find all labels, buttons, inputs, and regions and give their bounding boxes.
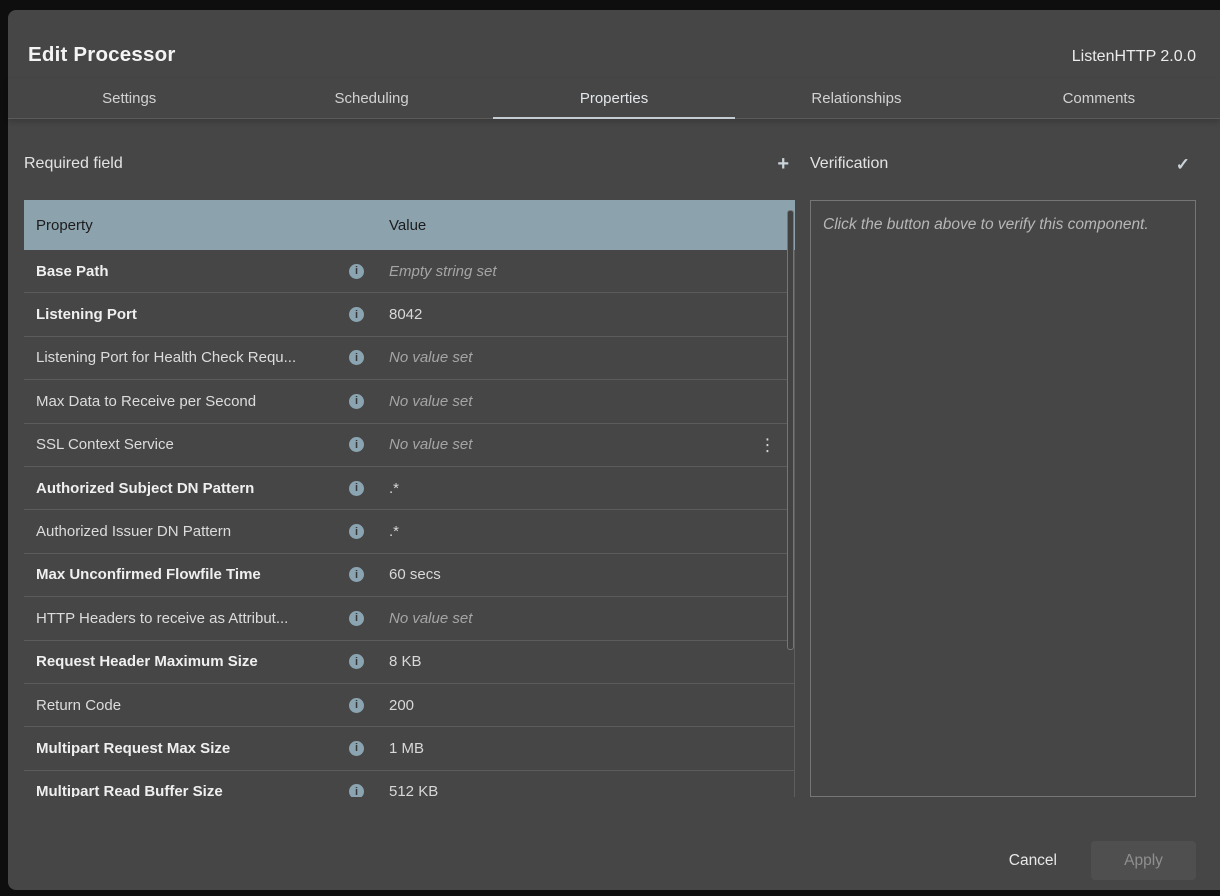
property-value[interactable]: .* [377, 523, 794, 540]
table-row[interactable]: Return Codei 200 [24, 684, 794, 727]
property-value[interactable]: Empty string set [377, 263, 794, 280]
table-row[interactable]: Multipart Read Buffer Sizei 512 KB [24, 771, 794, 797]
verify-button[interactable]: ✓ [1170, 154, 1196, 174]
table-row[interactable]: SSL Context Servicei No value set⋮ [24, 424, 794, 467]
table-row[interactable]: Authorized Subject DN Patterni .* [24, 467, 794, 510]
table-row[interactable]: Listening Port for Health Check Requ...i… [24, 337, 794, 380]
property-value[interactable]: 1 MB [377, 740, 794, 757]
info-cell: i [349, 350, 377, 365]
property-name: Multipart Request Max Size [24, 740, 349, 757]
table-row[interactable]: Authorized Issuer DN Patterni .* [24, 510, 794, 553]
info-cell: i [349, 741, 377, 756]
info-cell: i [349, 524, 377, 539]
property-name: Base Path [24, 263, 349, 280]
property-value[interactable]: .* [377, 480, 794, 497]
info-cell: i [349, 654, 377, 669]
property-name: Listening Port [24, 306, 349, 323]
property-name: HTTP Headers to receive as Attribut... [24, 610, 349, 627]
apply-button[interactable]: Apply [1091, 841, 1196, 880]
verification-label: Verification [810, 155, 888, 173]
tab-comments[interactable]: Comments [978, 78, 1220, 118]
table-row[interactable]: HTTP Headers to receive as Attribut...iN… [24, 597, 794, 640]
tab-settings[interactable]: Settings [8, 78, 250, 118]
edit-processor-dialog: Edit Processor ListenHTTP 2.0.0 Settings… [8, 10, 1220, 890]
info-icon[interactable]: i [349, 524, 364, 539]
property-name: Request Header Maximum Size [24, 653, 349, 670]
info-cell: i [349, 784, 377, 797]
required-field-label: Required field [24, 155, 123, 173]
info-cell: i [349, 264, 377, 279]
verification-panel: Click the button above to verify this co… [810, 200, 1196, 797]
plus-icon: + [777, 153, 789, 175]
processor-version: ListenHTTP 2.0.0 [1072, 48, 1196, 66]
table-header: Property Value [24, 200, 795, 250]
check-icon: ✓ [1176, 155, 1190, 174]
property-value[interactable]: 512 KB [377, 783, 794, 797]
table-scrollbar[interactable] [787, 210, 794, 650]
property-name: Return Code [24, 697, 349, 714]
info-cell: i [349, 698, 377, 713]
property-name: Listening Port for Health Check Requ... [24, 349, 349, 366]
info-cell: i [349, 394, 377, 409]
info-icon[interactable]: i [349, 784, 364, 797]
dialog-title: Edit Processor [28, 43, 176, 67]
verification-message: Click the button above to verify this co… [823, 213, 1153, 237]
tab-properties[interactable]: Properties [493, 78, 735, 118]
property-name: Authorized Issuer DN Pattern [24, 523, 349, 540]
tab-relationships[interactable]: Relationships [735, 78, 977, 118]
table-row[interactable]: Multipart Request Max Sizei 1 MB [24, 727, 794, 770]
info-icon[interactable]: i [349, 481, 364, 496]
table-row[interactable]: Max Unconfirmed Flowfile Timei 60 secs [24, 554, 794, 597]
table-row[interactable]: Request Header Maximum Sizei 8 KB [24, 641, 794, 684]
property-value[interactable]: 60 secs [377, 566, 794, 583]
tab-scheduling[interactable]: Scheduling [250, 78, 492, 118]
info-icon[interactable]: i [349, 437, 364, 452]
property-name: Max Unconfirmed Flowfile Time [24, 566, 349, 583]
property-value[interactable]: No value set [377, 393, 794, 410]
property-name: Max Data to Receive per Second [24, 393, 349, 410]
property-value[interactable]: 8 KB [377, 653, 794, 670]
table-row[interactable]: Listening Porti 8042 [24, 293, 794, 336]
property-value[interactable]: No value set [377, 436, 794, 453]
column-header-value[interactable]: Value [377, 217, 795, 234]
property-value[interactable]: No value set [377, 349, 794, 366]
table-row[interactable]: Max Data to Receive per Secondi No value … [24, 380, 794, 423]
info-icon[interactable]: i [349, 264, 364, 279]
info-icon[interactable]: i [349, 394, 364, 409]
property-name: SSL Context Service [24, 436, 349, 453]
property-name: Authorized Subject DN Pattern [24, 480, 349, 497]
dialog-footer: Cancel Apply [999, 841, 1196, 880]
info-icon[interactable]: i [349, 654, 364, 669]
properties-table: Property Value Base PathiEmpty string se… [24, 200, 795, 797]
row-menu-icon[interactable]: ⋮ [759, 436, 776, 453]
properties-table-body: Base PathiEmpty string setListening Port… [24, 250, 795, 797]
property-value[interactable]: No value set [377, 610, 794, 627]
property-value[interactable]: 200 [377, 697, 794, 714]
info-icon[interactable]: i [349, 611, 364, 626]
info-icon[interactable]: i [349, 567, 364, 582]
tab-bar: SettingsSchedulingPropertiesRelationship… [8, 78, 1220, 119]
property-value[interactable]: 8042 [377, 306, 794, 323]
cancel-button[interactable]: Cancel [999, 852, 1067, 870]
info-icon[interactable]: i [349, 698, 364, 713]
property-name: Multipart Read Buffer Size [24, 783, 349, 797]
info-cell: i [349, 307, 377, 322]
info-icon[interactable]: i [349, 307, 364, 322]
info-cell: i [349, 437, 377, 452]
column-header-property[interactable]: Property [24, 217, 377, 234]
table-row[interactable]: Base Pathi Empty string set [24, 250, 794, 293]
info-cell: i [349, 611, 377, 626]
info-icon[interactable]: i [349, 741, 364, 756]
add-property-button[interactable]: + [771, 154, 795, 174]
info-cell: i [349, 567, 377, 582]
info-icon[interactable]: i [349, 350, 364, 365]
info-cell: i [349, 481, 377, 496]
